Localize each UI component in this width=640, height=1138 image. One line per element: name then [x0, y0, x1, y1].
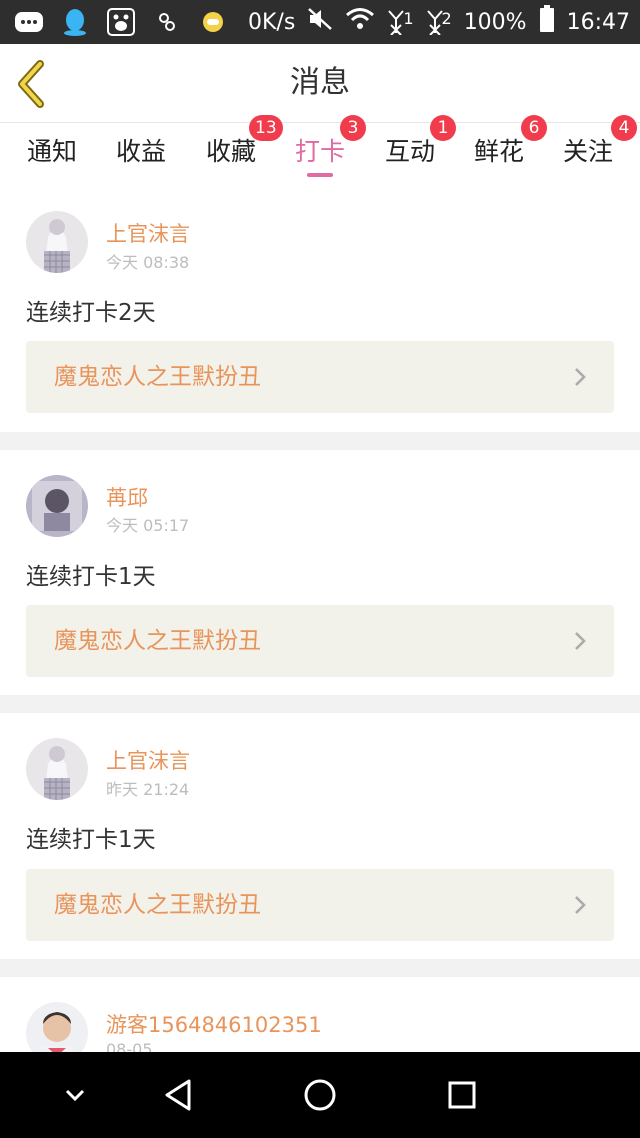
system-nav-bar	[0, 1052, 640, 1138]
mute-icon	[307, 7, 333, 37]
tab-follow[interactable]: 关注 4	[548, 115, 637, 193]
tab-earnings[interactable]: 收益	[101, 123, 181, 193]
collapse-icon	[65, 1089, 85, 1102]
collapse-button[interactable]	[35, 1052, 115, 1138]
sim1-label: 1	[403, 9, 414, 28]
timestamp: 昨天 21:24	[106, 780, 190, 799]
tab-flowers[interactable]: 鲜花 6	[459, 115, 547, 193]
list-item: 上官沫言 昨天 21:24 连续打卡1天 魔鬼恋人之王默扮丑	[0, 713, 640, 959]
chevron-right-icon	[575, 896, 586, 914]
list-item: 游客1564846102351 08-05	[0, 977, 640, 1052]
list-item: 上官沫言 今天 08:38 连续打卡2天 魔鬼恋人之王默扮丑	[0, 193, 640, 432]
book-link[interactable]: 魔鬼恋人之王默扮丑	[26, 605, 614, 677]
battery-percent: 100%	[463, 9, 527, 35]
qq-icon	[60, 9, 90, 36]
battery-icon	[539, 5, 555, 39]
home-circle-icon	[304, 1079, 336, 1111]
book-link[interactable]: 魔鬼恋人之王默扮丑	[26, 869, 614, 941]
wifi-icon	[345, 7, 375, 37]
tab-checkin[interactable]: 打卡 3	[280, 115, 366, 193]
active-tab-indicator	[307, 173, 333, 177]
net-speed: 0K/s	[248, 9, 296, 35]
chevron-right-icon	[575, 368, 586, 386]
book-title: 魔鬼恋人之王默扮丑	[54, 628, 261, 654]
chevron-right-icon	[575, 632, 586, 650]
badge-interaction: 1	[430, 115, 456, 141]
book-title: 魔鬼恋人之王默扮丑	[54, 364, 261, 390]
sim2-label: 2	[441, 9, 452, 28]
tab-bar: 通知 收益 收藏 13 打卡 3 互动 1 鲜花 6 关注 4	[0, 115, 640, 193]
timestamp: 08-05	[106, 1040, 153, 1052]
username[interactable]: 游客1564846102351	[106, 1009, 322, 1039]
back-triangle-icon	[165, 1079, 191, 1111]
checkin-text: 连续打卡2天	[26, 300, 156, 326]
badge-flowers: 6	[521, 115, 547, 141]
page-title: 消息	[290, 65, 350, 100]
back-nav-button[interactable]	[138, 1052, 218, 1138]
clock: 16:47	[566, 9, 630, 35]
app-header: 消息	[0, 44, 640, 123]
signal-icon-2: 2	[426, 9, 452, 35]
list-item: 苒邱 今天 05:17 连续打卡1天 魔鬼恋人之王默扮丑	[0, 450, 640, 695]
checkin-text: 连续打卡1天	[26, 564, 156, 590]
tab-label: 通知	[26, 137, 77, 166]
recents-button[interactable]	[422, 1052, 502, 1138]
status-bar: 0K/s 1 2 100% 16:47	[0, 0, 640, 44]
avatar[interactable]	[26, 738, 88, 800]
badge-favorites: 13	[249, 115, 283, 141]
tab-interaction[interactable]: 互动 1	[370, 115, 456, 193]
badge-follow: 4	[611, 115, 637, 141]
timestamp: 今天 05:17	[106, 516, 190, 535]
checkin-text: 连续打卡1天	[26, 827, 156, 853]
tab-notice[interactable]: 通知	[12, 123, 92, 193]
book-link[interactable]: 魔鬼恋人之王默扮丑	[26, 341, 614, 413]
signal-icon: 1	[387, 9, 414, 35]
avatar[interactable]	[26, 475, 88, 537]
tab-label: 收益	[115, 137, 166, 166]
avatar[interactable]	[26, 1002, 88, 1052]
book-title: 魔鬼恋人之王默扮丑	[54, 892, 261, 918]
timestamp: 今天 08:38	[106, 253, 190, 272]
weather-icon	[198, 9, 228, 35]
tab-favorites[interactable]: 收藏 13	[191, 115, 283, 193]
username[interactable]: 苒邱	[106, 482, 148, 512]
baidu-icon	[106, 8, 136, 36]
app-icon	[152, 9, 182, 35]
username[interactable]: 上官沫言	[106, 745, 190, 775]
avatar[interactable]	[26, 211, 88, 273]
messages-icon	[14, 9, 44, 35]
badge-checkin: 3	[340, 115, 366, 141]
recents-square-icon	[448, 1081, 476, 1109]
home-button[interactable]	[280, 1052, 360, 1138]
username[interactable]: 上官沫言	[106, 218, 190, 248]
